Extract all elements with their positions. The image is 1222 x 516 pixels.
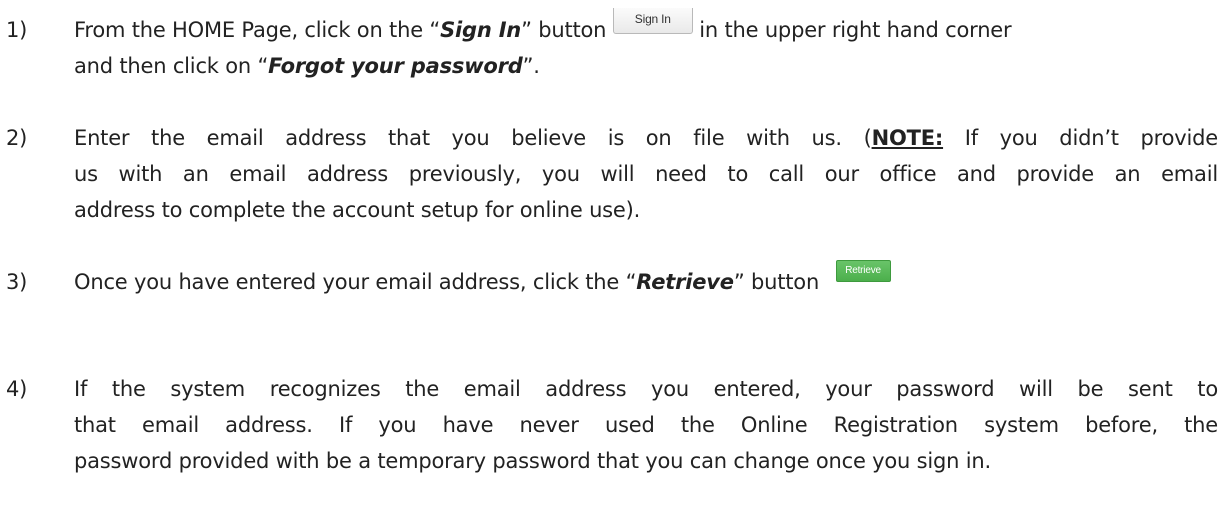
step-text: ” button [733, 270, 820, 294]
step-line: If the system recognizes the email addre… [74, 377, 1218, 401]
step-text: If you didn’t provide [943, 126, 1218, 150]
step-text: ”. [522, 54, 540, 78]
step-line: Enter the email address that you believe… [74, 120, 1218, 156]
step-emphasis: Forgot your password [268, 54, 523, 78]
step-line: us with an email address previously, you… [74, 162, 1218, 186]
step-line: address to complete the account setup fo… [74, 198, 641, 222]
step-text: in the upper right hand corner [699, 18, 1012, 42]
step-number: 3) [6, 270, 28, 294]
step-text: and then click on “ [74, 54, 269, 78]
step-text: From the HOME Page, click on the “ [74, 18, 441, 42]
step-line: From the HOME Page, click on the “Sign I… [74, 8, 1012, 48]
retrieve-button[interactable]: Retrieve [835, 260, 891, 282]
step-line: that email address. If you have never us… [74, 413, 1218, 437]
step-line: and then click on “Forgot your password”… [74, 48, 540, 84]
instruction-document: 1) From the HOME Page, click on the “Sig… [0, 0, 1222, 516]
sign-in-button[interactable]: Sign In [612, 8, 693, 34]
step-number: 4) [6, 377, 28, 401]
step-number: 1) [6, 18, 28, 42]
note-label: NOTE: [871, 126, 944, 150]
step-number: 2) [6, 126, 28, 150]
step-emphasis: Retrieve [636, 270, 734, 294]
step-text: Once you have entered your email address… [74, 270, 637, 294]
step-text: Enter the email address that you believe… [74, 126, 872, 150]
step-emphasis: Sign In [440, 18, 522, 42]
step-line: password provided with be a temporary pa… [74, 449, 991, 473]
step-text: ” button [521, 18, 607, 42]
step-line: Once you have entered your email address… [74, 260, 891, 300]
